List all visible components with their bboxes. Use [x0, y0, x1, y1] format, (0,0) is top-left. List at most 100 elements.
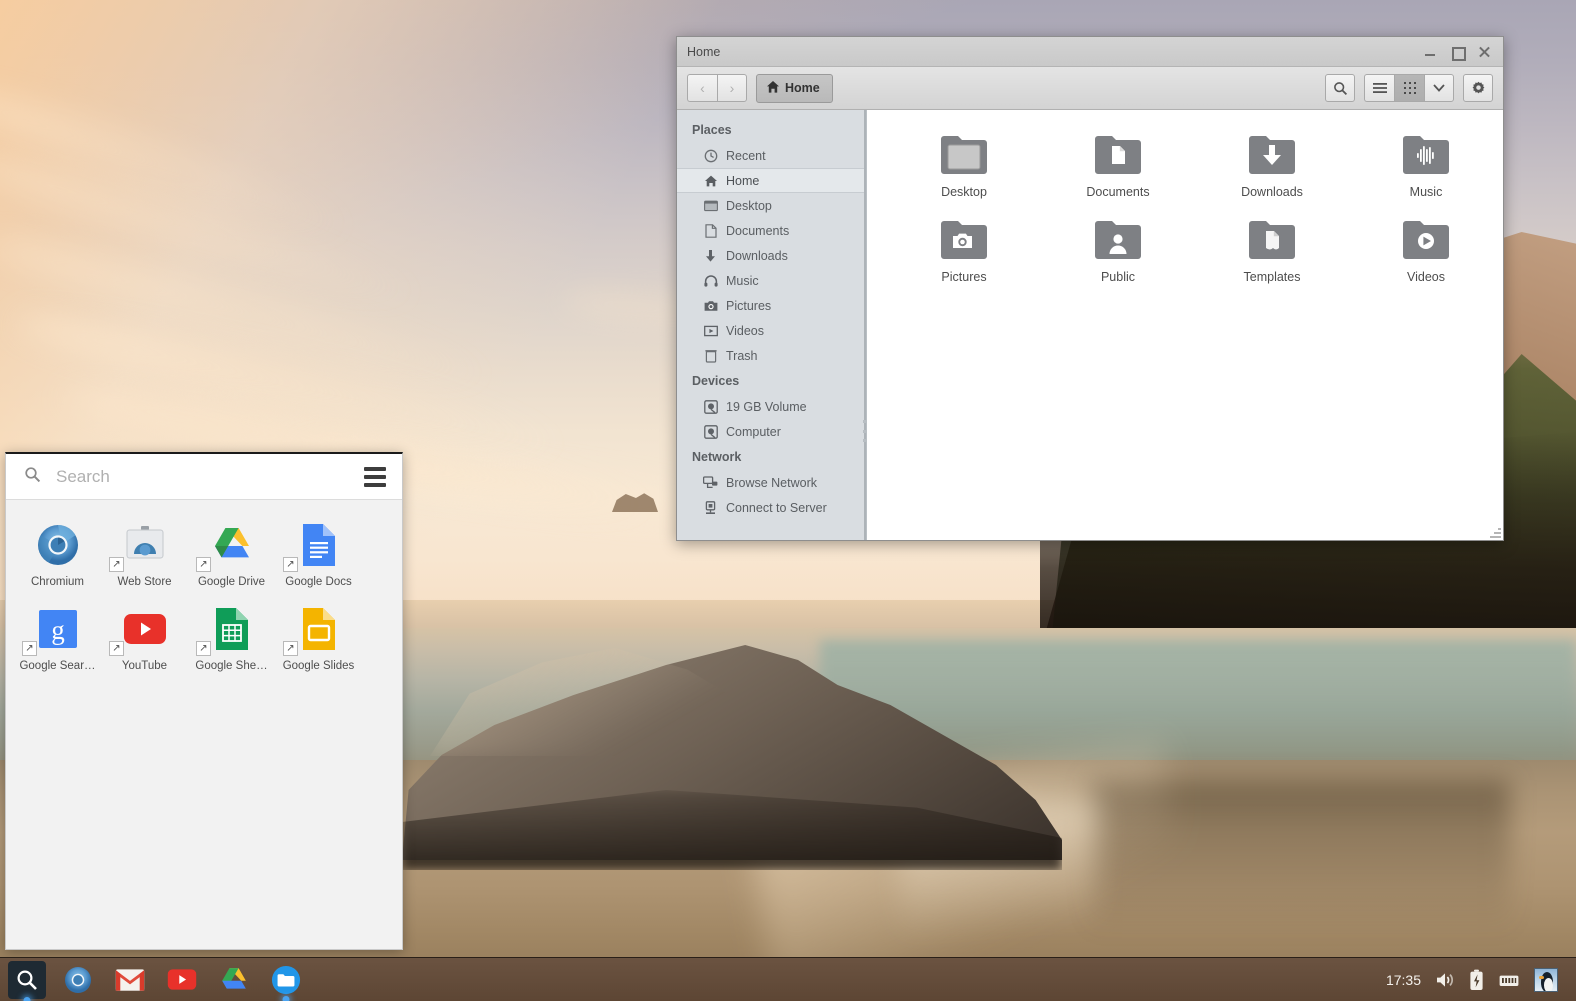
taskbar-item-gmail[interactable]: [112, 962, 148, 998]
battery-icon[interactable]: [1469, 969, 1484, 991]
sidebar-item-pictures[interactable]: Pictures: [677, 293, 866, 318]
running-indicator: [23, 996, 31, 1001]
file-manager-window[interactable]: Home ‹ › Home Places Recent Home Desktop…: [676, 36, 1504, 541]
navigation-group: ‹ ›: [687, 74, 747, 102]
app-item-google-docs[interactable]: ↗ Google Docs: [275, 514, 362, 598]
file-item-documents[interactable]: Documents: [1041, 124, 1195, 209]
sidebar-item-desktop[interactable]: Desktop: [677, 193, 866, 218]
sidebar-item-label: Documents: [726, 223, 790, 238]
sidebar-heading-network: Network: [692, 450, 742, 464]
view-dropdown-button[interactable]: [1424, 74, 1454, 102]
sidebar-item-label: Music: [726, 273, 759, 288]
chromium-icon: [14, 520, 101, 570]
file-grid: Desktop Documents Downloads Music Pictur…: [887, 124, 1503, 294]
taskbar-item-file-manager[interactable]: [268, 962, 304, 1001]
shortcut-badge-icon: ↗: [283, 641, 298, 656]
network-icon[interactable]: [1498, 971, 1520, 989]
sidebar-item-documents[interactable]: Documents: [677, 218, 866, 243]
folder-pictures-icon: [887, 214, 1041, 262]
google-sheets-icon: ↗: [188, 604, 275, 656]
shortcut-badge-icon: ↗: [109, 641, 124, 656]
app-item-chromium[interactable]: Chromium: [14, 514, 101, 598]
app-item-google-slides[interactable]: ↗ Google Slides: [275, 598, 362, 682]
app-item-label: Google She…: [195, 660, 268, 672]
search-input[interactable]: [56, 466, 350, 487]
file-item-videos[interactable]: Videos: [1349, 209, 1503, 294]
file-item-label: Videos: [1407, 270, 1445, 284]
sidebar-item-home[interactable]: Home: [677, 168, 866, 193]
tray-clock[interactable]: 17:35: [1386, 972, 1421, 988]
sidebar-item-downloads[interactable]: Downloads: [677, 243, 866, 268]
file-item-label: Pictures: [941, 270, 987, 284]
sidebar-item-label: Browse Network: [726, 475, 817, 490]
sidebar-item-trash[interactable]: Trash: [677, 343, 866, 368]
sidebar-item-label: Downloads: [726, 248, 788, 263]
app-item-google-search[interactable]: g ↗ Google Sear…: [14, 598, 101, 682]
hamburger-icon[interactable]: [364, 466, 386, 487]
app-launcher-panel[interactable]: Chromium ↗ Web Store: [5, 452, 403, 950]
settings-gear-button[interactable]: [1463, 74, 1493, 102]
drive-icon: [703, 399, 718, 414]
shortcut-badge-icon: ↗: [109, 557, 124, 572]
file-item-templates[interactable]: Templates: [1195, 209, 1349, 294]
back-button[interactable]: ‹: [687, 74, 717, 102]
list-view-button[interactable]: [1364, 74, 1394, 102]
app-item-label: Google Sear…: [19, 660, 96, 672]
taskbar-item-google-drive[interactable]: [216, 962, 252, 998]
forward-button[interactable]: ›: [717, 74, 747, 102]
app-item-youtube[interactable]: ↗ YouTube: [101, 598, 188, 682]
file-item-downloads[interactable]: Downloads: [1195, 124, 1349, 209]
search-icon: [24, 466, 42, 488]
folder-documents-icon: [1041, 129, 1195, 177]
folder-downloads-icon: [1195, 129, 1349, 177]
video-icon: [703, 323, 718, 338]
app-item-google-drive[interactable]: ↗ Google Drive: [188, 514, 275, 598]
sidebar-item-label: Pictures: [726, 298, 772, 313]
taskbar-item-youtube[interactable]: [164, 962, 200, 998]
taskbar: 17:35: [0, 957, 1576, 1001]
places-sidebar: Places Recent Home Desktop Documents Dow…: [677, 110, 867, 540]
app-item-label: Web Store: [117, 576, 172, 588]
shortcut-badge-icon: ↗: [196, 557, 211, 572]
close-button[interactable]: [1477, 45, 1491, 59]
drive-icon: [703, 424, 718, 439]
sidebar-item-19gb-volume[interactable]: 19 GB Volume: [677, 394, 866, 419]
app-item-google-sheets[interactable]: ↗ Google She…: [188, 598, 275, 682]
sidebar-item-label: Trash: [726, 348, 758, 363]
file-item-label: Documents: [1086, 185, 1150, 199]
google-slides-icon: ↗: [275, 604, 362, 656]
shortcut-badge-icon: ↗: [283, 557, 298, 572]
running-indicator: [282, 995, 290, 1001]
sidebar-item-connect-to-server[interactable]: Connect to Server: [677, 495, 866, 520]
sidebar-item-videos[interactable]: Videos: [677, 318, 866, 343]
breadcrumb-home[interactable]: Home: [756, 73, 833, 103]
sidebar-item-recent[interactable]: Recent: [677, 143, 866, 168]
sidebar-item-label: Computer: [726, 424, 781, 439]
search-button[interactable]: [1325, 74, 1355, 102]
taskbar-launcher-button[interactable]: [8, 960, 46, 1001]
maximize-button[interactable]: [1450, 45, 1466, 61]
window-resize-grip[interactable]: [1489, 526, 1501, 538]
penguin-avatar[interactable]: [1534, 967, 1558, 992]
taskbar-app-list: [60, 962, 304, 1001]
window-titlebar[interactable]: Home: [677, 37, 1503, 67]
taskbar-item-chromium[interactable]: [60, 962, 96, 998]
toolbar-right-group: [1325, 74, 1493, 102]
file-list-area[interactable]: Desktop Documents Downloads Music Pictur…: [867, 110, 1503, 540]
file-manager-body: Places Recent Home Desktop Documents Dow…: [677, 110, 1503, 540]
sidebar-item-music[interactable]: Music: [677, 268, 866, 293]
file-item-pictures[interactable]: Pictures: [887, 209, 1041, 294]
web-store-icon: ↗: [101, 520, 188, 572]
app-item-web-store[interactable]: ↗ Web Store: [101, 514, 188, 598]
home-icon: [766, 80, 780, 97]
volume-icon[interactable]: [1435, 971, 1455, 989]
file-item-music[interactable]: Music: [1349, 124, 1503, 209]
sidebar-item-browse-network[interactable]: Browse Network: [677, 470, 866, 495]
file-item-public[interactable]: Public: [1041, 209, 1195, 294]
minimize-button[interactable]: [1423, 45, 1437, 59]
file-item-desktop[interactable]: Desktop: [887, 124, 1041, 209]
system-tray: 17:35: [1386, 967, 1568, 992]
sidebar-item-computer[interactable]: Computer: [677, 419, 866, 444]
grid-view-button[interactable]: [1394, 74, 1424, 102]
app-item-label: Google Drive: [197, 576, 266, 588]
